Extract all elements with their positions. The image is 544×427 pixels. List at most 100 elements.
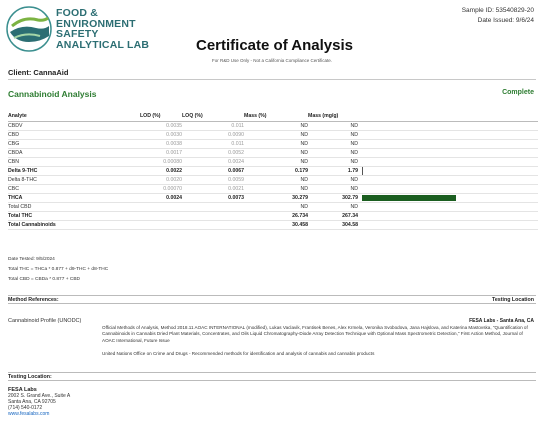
section-title: Cannabinoid Analysis bbox=[8, 89, 97, 99]
mass-pct-cell: ND bbox=[244, 175, 308, 185]
mass-mg-cell: ND bbox=[308, 121, 358, 131]
column-header-analyte: Analyte bbox=[8, 113, 27, 119]
table-row: CBG 0.0038 0.011 ND ND bbox=[8, 139, 538, 149]
bar-cell bbox=[358, 211, 538, 221]
analyte-cell: THCA bbox=[8, 193, 140, 203]
mass-pct-cell: ND bbox=[244, 202, 308, 212]
table-row: THCA 0.0024 0.0073 30.279 302.79 bbox=[8, 193, 538, 203]
logo-line: ANALYTICAL LAB bbox=[56, 38, 150, 51]
mass-pct-cell: ND bbox=[244, 148, 308, 158]
bar-cell bbox=[358, 166, 538, 176]
analyte-cell: Delta 9-THC bbox=[8, 166, 140, 176]
mass-mg-cell: ND bbox=[308, 175, 358, 185]
lod-cell: 0.0030 bbox=[140, 130, 182, 140]
method-references-heading: Method References: bbox=[8, 297, 59, 303]
mass-pct-cell: ND bbox=[244, 130, 308, 140]
sample-info: Sample ID: 53540829-20 Date Issued: 9/6/… bbox=[462, 7, 534, 27]
loq-cell bbox=[182, 202, 244, 212]
bar-cell bbox=[358, 148, 538, 158]
analyte-cell: CBG bbox=[8, 139, 140, 149]
mass-mg-cell: 267.34 bbox=[308, 211, 358, 221]
sample-id: Sample ID: 53540829-20 bbox=[461, 7, 534, 14]
method-lab: FESA Labs - Santa Ana, CA bbox=[469, 318, 534, 324]
method-reference: United Nations Office on Crime and Drugs… bbox=[102, 351, 375, 356]
mass-mg-cell: ND bbox=[308, 130, 358, 140]
table-header-row: Analyte LOD (%) LOQ (%) Mass (%) Mass (m… bbox=[8, 113, 538, 121]
logo-line: FOOD & bbox=[56, 7, 99, 19]
mass-pct-cell: ND bbox=[244, 157, 308, 167]
bar-cell bbox=[358, 121, 538, 131]
lod-cell bbox=[140, 211, 182, 221]
testing-location-label: Testing Location: bbox=[8, 374, 52, 380]
analyte-cell: CBN bbox=[8, 157, 140, 167]
loq-cell bbox=[182, 211, 244, 221]
lab-website-link[interactable]: www.fesalabs.com bbox=[8, 411, 70, 418]
bar-cell bbox=[358, 139, 538, 149]
table-row: Total THC 26.734 267.34 bbox=[8, 211, 538, 221]
table-row: CBDA 0.0017 0.0052 ND ND bbox=[8, 148, 538, 158]
loq-cell: 0.0059 bbox=[182, 175, 244, 185]
mass-mg-cell: ND bbox=[308, 202, 358, 212]
loq-cell: 0.0021 bbox=[182, 184, 244, 194]
logo-text: FOOD & ENVIRONMENT SAFETY ANALYTICAL LAB bbox=[56, 8, 149, 50]
testing-location-details: FESA Labs 2002 S. Grand Ave., Suite A Sa… bbox=[8, 387, 70, 418]
loq-cell: 0.0090 bbox=[182, 130, 244, 140]
date-issued: Date Issued: 9/6/24 bbox=[477, 17, 534, 24]
testing-location-band: Testing Location: bbox=[8, 372, 536, 381]
mass-pct-cell: 26.734 bbox=[244, 211, 308, 221]
bar-mark bbox=[362, 194, 457, 201]
bar-cell bbox=[358, 175, 538, 185]
mass-mg-cell: ND bbox=[308, 139, 358, 149]
logo-line: SAFETY bbox=[56, 28, 99, 40]
loq-cell bbox=[182, 220, 244, 230]
loq-cell: 0.011 bbox=[182, 139, 244, 149]
loq-cell: 0.0067 bbox=[182, 166, 244, 176]
column-header-mass-mg: Mass (mg/g) bbox=[308, 113, 339, 119]
method-references-band: Method References: Testing Location bbox=[8, 295, 536, 304]
bar-mark bbox=[362, 166, 363, 175]
mass-pct-cell: ND bbox=[244, 139, 308, 149]
mass-mg-cell: 1.79 bbox=[308, 166, 358, 176]
analyte-cell: CBDA bbox=[8, 148, 140, 158]
method-name: Cannabinoid Profile (UNODC) bbox=[8, 318, 82, 324]
analyte-cell: Delta 8-THC bbox=[8, 175, 140, 185]
lod-cell: 0.0035 bbox=[140, 121, 182, 131]
page-title: Certificate of Analysis bbox=[196, 37, 353, 54]
analyte-cell: Total THC bbox=[8, 211, 140, 221]
lod-cell: 0.0024 bbox=[140, 193, 182, 203]
table-row: Total CBD ND ND bbox=[8, 202, 538, 212]
column-header-loq: LOQ (%) bbox=[182, 113, 203, 119]
bar-cell bbox=[358, 202, 538, 212]
date-tested: Date Tested: 9/5/2024 bbox=[8, 257, 55, 262]
mass-pct-cell: ND bbox=[244, 184, 308, 194]
lod-cell: 0.0020 bbox=[140, 175, 182, 185]
header: FOOD & ENVIRONMENT SAFETY ANALYTICAL LAB… bbox=[0, 0, 544, 63]
loq-cell: 0.0024 bbox=[182, 157, 244, 167]
lod-cell: 0.0017 bbox=[140, 148, 182, 158]
loq-cell: 0.0052 bbox=[182, 148, 244, 158]
bar-cell bbox=[358, 157, 538, 167]
table-body: CBDV 0.0035 0.011 ND ND CBD 0.0030 0.0090 ND ND CB… bbox=[8, 121, 538, 230]
bar-cell bbox=[358, 193, 538, 203]
cannabinoid-table: Analyte LOD (%) LOQ (%) Mass (%) Mass (m… bbox=[8, 113, 538, 230]
total-cbd-formula: Total CBD = CBDa * 0.877 + CBD bbox=[8, 277, 80, 282]
lod-cell bbox=[140, 202, 182, 212]
total-thc-formula: Total THC = THCa * 0.877 + d9-THC + d8-T… bbox=[8, 267, 109, 272]
table-row: Delta 8-THC 0.0020 0.0059 ND ND bbox=[8, 175, 538, 185]
analyte-cell: CBC bbox=[8, 184, 140, 194]
status-badge: Complete bbox=[502, 89, 534, 96]
analyte-cell: CBDV bbox=[8, 121, 140, 131]
loq-cell: 0.011 bbox=[182, 121, 244, 131]
lod-cell: 0.0038 bbox=[140, 139, 182, 149]
method-reference: Official Methods of Analysis, Method 201… bbox=[102, 325, 528, 343]
table-row: Delta 9-THC 0.0022 0.0067 0.179 1.79 bbox=[8, 166, 538, 176]
mass-pct-cell: 30.458 bbox=[244, 220, 308, 230]
bar-cell bbox=[358, 184, 538, 194]
mass-mg-cell: ND bbox=[308, 157, 358, 167]
lod-cell: 0.0022 bbox=[140, 166, 182, 176]
column-header-lod: LOD (%) bbox=[140, 113, 161, 119]
mass-pct-cell: 0.179 bbox=[244, 166, 308, 176]
table-row: CBDV 0.0035 0.011 ND ND bbox=[8, 121, 538, 131]
lod-cell bbox=[140, 220, 182, 230]
mass-pct-cell: 30.279 bbox=[244, 193, 308, 203]
